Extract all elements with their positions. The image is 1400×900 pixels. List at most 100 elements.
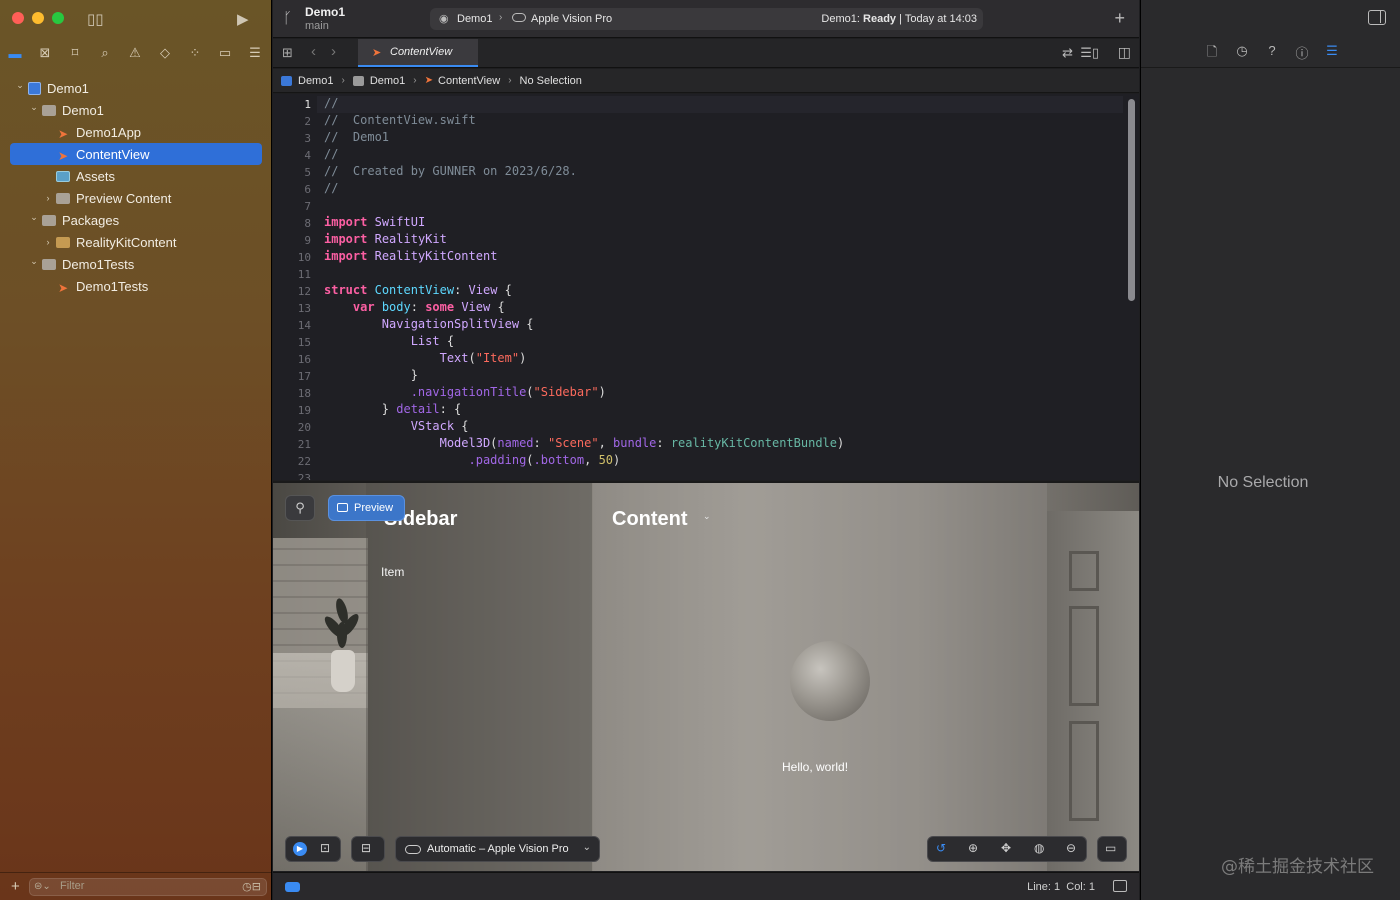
navigator-selector-bar: ▬ ⊠ ⌑ ⌕ ⚠ ◇ ⁘ ▭ ☰ [0, 42, 272, 64]
editor-options-icon[interactable]: ☰▯ [1080, 45, 1099, 61]
chevron-down-icon[interactable]: ⌄ [28, 212, 40, 223]
selectable-mode-icon[interactable]: ⊡ [320, 841, 330, 855]
variants-button[interactable]: ⊟ [351, 836, 385, 862]
run-destination-selector[interactable]: Apple Vision Pro [531, 13, 612, 25]
code-line[interactable]: var body: some View { [324, 300, 505, 314]
orbit-icon[interactable]: ◍ [1034, 841, 1044, 855]
tilt-icon[interactable]: ⊕ [968, 841, 978, 855]
chevron-right-icon[interactable]: › [42, 237, 54, 247]
sidebar-toggle-icon[interactable]: ▯▯ [87, 10, 104, 28]
file-inspector-icon[interactable]: 🗋 [1197, 43, 1227, 65]
swap-icon[interactable]: ⇄ [1062, 45, 1073, 61]
chevron-down-icon[interactable]: ⌄ [28, 102, 40, 113]
code-line[interactable]: // [324, 147, 338, 161]
tree-item[interactable]: ➤ Demo1App [10, 121, 262, 143]
swift-file-icon: ➤ [424, 75, 434, 86]
live-play-icon[interactable]: ▶ [293, 842, 307, 856]
report-navigator-icon[interactable]: ☰ [240, 45, 270, 61]
navigator-filter-input[interactable] [60, 880, 220, 892]
zoom-icon[interactable]: ⊖ [1066, 841, 1076, 855]
project-name[interactable]: Demo1 [305, 5, 345, 19]
code-line[interactable]: import RealityKitContent [324, 249, 497, 263]
code-line[interactable]: NavigationSplitView { [324, 317, 534, 331]
code-line[interactable]: import RealityKit [324, 232, 447, 246]
accessibility-inspector-icon[interactable]: ⓘ [1287, 43, 1317, 65]
close-window-button[interactable] [12, 12, 24, 24]
camera-button[interactable]: ▭ [1097, 836, 1127, 862]
minimize-window-button[interactable] [32, 12, 44, 24]
preview-button-label: Preview [354, 502, 394, 514]
history-inspector-icon[interactable]: ◷ [1227, 43, 1257, 65]
code-line[interactable]: // Demo1 [324, 130, 389, 144]
project-navigator-icon[interactable]: ▬ [0, 46, 30, 61]
go-back-icon[interactable]: ‹ [311, 43, 316, 60]
code-line[interactable]: .padding(.bottom, 50) [324, 453, 621, 467]
preview-button[interactable]: Preview [328, 495, 405, 521]
pan-icon[interactable]: ✥ [1001, 841, 1011, 855]
code-line[interactable]: Model3D(named: "Scene", bundle: realityK… [324, 436, 845, 450]
run-icon[interactable]: ▶ [237, 10, 249, 28]
chevron-down-icon[interactable]: ⌄ [14, 80, 26, 91]
tree-item[interactable]: › RealityKitContent [10, 231, 262, 253]
preview-list-item[interactable]: Item [381, 565, 404, 579]
environment-door [1047, 511, 1139, 871]
quick-help-icon[interactable]: ? [1257, 43, 1287, 65]
branch-name[interactable]: main [305, 20, 329, 32]
code-line[interactable]: // ContentView.swift [324, 113, 476, 127]
code-line[interactable]: // Created by GUNNER on 2023/6/28. [324, 164, 577, 178]
recent-files-icon[interactable]: ◷⊟ [242, 880, 261, 893]
zoom-window-button[interactable] [52, 12, 64, 24]
code-line[interactable]: VStack { [324, 419, 469, 433]
bookmark-navigator-icon[interactable]: ⌑ [60, 45, 90, 61]
go-forward-icon[interactable]: › [331, 43, 336, 60]
add-file-icon[interactable]: + [11, 878, 20, 895]
code-line[interactable]: // [324, 181, 338, 195]
code-line[interactable]: List { [324, 334, 454, 348]
code-line[interactable]: } [324, 368, 418, 382]
tree-item[interactable]: › Preview Content [10, 187, 262, 209]
tree-item[interactable]: ➤ Demo1Tests [10, 275, 262, 297]
interact-icon[interactable]: ↺ [936, 841, 946, 855]
source-editor[interactable]: 1 2 3 4 5 6 7 8 9 10 11 12 13 14 15 16 17 18 19 20 21 22 23 //… [273, 94, 1139, 480]
tree-item[interactable]: ➤ ContentView [10, 143, 262, 165]
inspector-toggle-icon[interactable] [1368, 10, 1386, 25]
tree-item[interactable]: Assets [10, 165, 262, 187]
scheme-selector[interactable]: Demo1 [457, 13, 492, 25]
code-line[interactable]: // [324, 96, 338, 110]
split-editor-icon[interactable]: ◫ [1118, 44, 1131, 61]
code-line[interactable]: .navigationTitle("Sidebar") [324, 385, 606, 399]
issue-navigator-icon[interactable]: ⚠ [120, 45, 150, 61]
chevron-down-icon[interactable]: ⌄ [28, 256, 40, 267]
tree-item[interactable]: ⌄ Demo1 [10, 99, 262, 121]
chevron-down-icon[interactable]: ⌄ [703, 511, 711, 522]
pin-preview-button[interactable]: ⚲ [285, 495, 315, 521]
editor-scrollbar[interactable] [1128, 99, 1135, 301]
jump-bar-item-symbol[interactable]: No Selection [520, 75, 582, 87]
console-toggle-icon[interactable] [1113, 880, 1127, 892]
preview-device-selector[interactable]: Automatic – Apple Vision Pro ⌄ [395, 836, 600, 862]
jump-bar-item-group[interactable]: Demo1 [370, 75, 405, 87]
test-navigator-icon[interactable]: ◇ [150, 45, 180, 61]
tree-item[interactable]: ⌄ Packages [10, 209, 262, 231]
attributes-inspector-icon[interactable]: ☰ [1317, 43, 1347, 65]
tab-contentview[interactable]: ➤ ContentView [358, 39, 478, 67]
code-line[interactable]: Text("Item") [324, 351, 527, 365]
line-number: 5 [304, 166, 311, 179]
jump-bar-item-file[interactable]: ContentView [438, 75, 500, 87]
chevron-right-icon[interactable]: › [42, 193, 54, 203]
find-navigator-icon[interactable]: ⌕ [90, 45, 120, 61]
code-line[interactable]: import SwiftUI [324, 215, 425, 229]
inspector-empty-label: No Selection [1217, 474, 1309, 491]
tree-item[interactable]: ⌄ Demo1 [10, 77, 262, 99]
tree-item[interactable]: ⌄ Demo1Tests [10, 253, 262, 275]
code-line[interactable]: struct ContentView: View { [324, 283, 512, 297]
debug-area-toggle[interactable] [285, 882, 300, 892]
jump-bar-item-project[interactable]: Demo1 [298, 75, 333, 87]
breakpoint-navigator-icon[interactable]: ▭ [210, 45, 240, 61]
filter-options-icon[interactable]: ⊜⌄ [34, 881, 51, 892]
debug-navigator-icon[interactable]: ⁘ [180, 45, 210, 61]
source-control-navigator-icon[interactable]: ⊠ [30, 45, 60, 61]
library-plus-icon[interactable]: + [1114, 8, 1125, 29]
code-line[interactable]: } detail: { [324, 402, 462, 416]
related-items-icon[interactable]: ⊞ [282, 45, 293, 61]
